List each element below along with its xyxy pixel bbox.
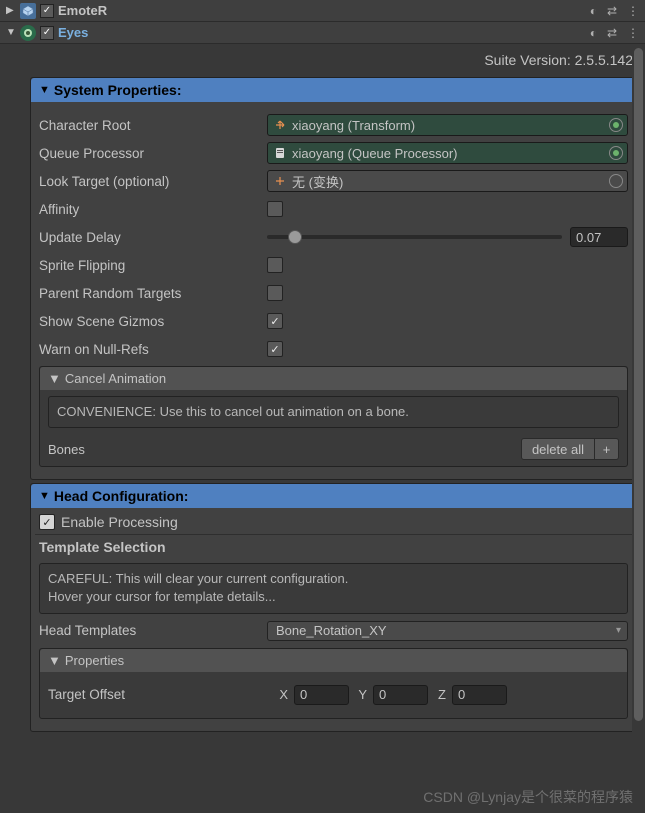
template-selection-title: Template Selection bbox=[35, 534, 632, 563]
enable-checkbox[interactable]: ✓ bbox=[40, 4, 54, 18]
section-header[interactable]: ▼ System Properties: bbox=[31, 78, 636, 102]
target-offset-label: Target Offset bbox=[48, 687, 268, 702]
show-scene-gizmos-label: Show Scene Gizmos bbox=[39, 314, 259, 329]
help-icon[interactable]: ◐ bbox=[590, 26, 597, 40]
chevron-down-icon: ▼ bbox=[39, 84, 50, 96]
help-icon[interactable]: ◐ bbox=[590, 4, 597, 18]
menu-icon[interactable]: ⋮ bbox=[627, 26, 639, 40]
update-delay-slider[interactable] bbox=[267, 235, 562, 239]
target-offset-x[interactable]: 0 bbox=[294, 685, 349, 705]
section-header[interactable]: ▼ Head Configuration: bbox=[31, 484, 636, 508]
character-root-field[interactable]: xiaoyang (Transform) bbox=[267, 114, 628, 136]
transform-icon bbox=[274, 119, 286, 131]
head-templates-label: Head Templates bbox=[39, 623, 259, 638]
suite-version-label: Suite Version: 2.5.5.142 bbox=[26, 44, 641, 74]
component-icon bbox=[20, 3, 36, 19]
sub-section-header[interactable]: ▼ Properties bbox=[40, 649, 627, 672]
bones-label: Bones bbox=[48, 442, 85, 457]
update-delay-input[interactable]: 0.07 bbox=[570, 227, 628, 247]
add-button[interactable]: + bbox=[595, 438, 619, 460]
parent-random-targets-label: Parent Random Targets bbox=[39, 286, 259, 301]
transform-icon bbox=[274, 175, 286, 187]
queue-processor-field[interactable]: xiaoyang (Queue Processor) bbox=[267, 142, 628, 164]
template-warning: CAREFUL: This will clear your current co… bbox=[39, 563, 628, 613]
head-templates-dropdown[interactable]: Bone_Rotation_XY bbox=[267, 621, 628, 641]
object-picker-icon[interactable] bbox=[609, 174, 623, 188]
affinity-checkbox[interactable] bbox=[267, 201, 283, 217]
show-scene-gizmos-checkbox[interactable]: ✓ bbox=[267, 313, 283, 329]
y-label: Y bbox=[355, 687, 367, 702]
preset-icon[interactable]: ⇄ bbox=[607, 26, 617, 40]
chevron-down-icon: ▼ bbox=[48, 653, 61, 668]
affinity-label: Affinity bbox=[39, 202, 259, 217]
z-label: Z bbox=[434, 687, 446, 702]
component-header-eyes[interactable]: ▼ ✓ Eyes ◐ ⇄ ⋮ bbox=[0, 22, 645, 44]
queue-processor-label: Queue Processor bbox=[39, 146, 259, 161]
parent-random-targets-checkbox[interactable] bbox=[267, 285, 283, 301]
component-header-emoter[interactable]: ▶ ✓ EmoteR ◐ ⇄ ⋮ bbox=[0, 0, 645, 22]
warn-null-refs-label: Warn on Null-Refs bbox=[39, 342, 259, 357]
chevron-down-icon: ▼ bbox=[48, 371, 61, 386]
scrollbar[interactable] bbox=[632, 48, 645, 813]
cancel-animation-hint: CONVENIENCE: Use this to cancel out anim… bbox=[48, 396, 619, 428]
target-offset-y[interactable]: 0 bbox=[373, 685, 428, 705]
update-delay-label: Update Delay bbox=[39, 230, 259, 245]
object-picker-icon[interactable] bbox=[609, 146, 623, 160]
warn-null-refs-checkbox[interactable]: ✓ bbox=[267, 341, 283, 357]
object-picker-icon[interactable] bbox=[609, 118, 623, 132]
head-configuration-section: ▼ Head Configuration: ✓ Enable Processin… bbox=[30, 483, 637, 731]
component-icon bbox=[20, 25, 36, 41]
enable-checkbox[interactable]: ✓ bbox=[40, 26, 54, 40]
x-label: X bbox=[276, 687, 288, 702]
look-target-label: Look Target (optional) bbox=[39, 174, 259, 189]
scrollbar-thumb[interactable] bbox=[634, 48, 643, 721]
slider-thumb[interactable] bbox=[288, 230, 302, 244]
sprite-flipping-checkbox[interactable] bbox=[267, 257, 283, 273]
look-target-field[interactable]: 无 (变换) bbox=[267, 170, 628, 192]
component-title: EmoteR bbox=[58, 3, 586, 18]
foldout-icon[interactable]: ▼ bbox=[6, 27, 16, 38]
menu-icon[interactable]: ⋮ bbox=[627, 4, 639, 18]
chevron-down-icon: ▼ bbox=[39, 490, 50, 502]
preset-icon[interactable]: ⇄ bbox=[607, 4, 617, 18]
cancel-animation-section: ▼ Cancel Animation CONVENIENCE: Use this… bbox=[39, 366, 628, 467]
sprite-flipping-label: Sprite Flipping bbox=[39, 258, 259, 273]
delete-all-button[interactable]: delete all bbox=[521, 438, 595, 460]
system-properties-section: ▼ System Properties: Character Root xiao… bbox=[30, 77, 637, 480]
foldout-icon[interactable]: ▶ bbox=[6, 5, 16, 16]
target-offset-z[interactable]: 0 bbox=[452, 685, 507, 705]
script-icon bbox=[274, 147, 286, 159]
sub-section-header[interactable]: ▼ Cancel Animation bbox=[40, 367, 627, 390]
component-title: Eyes bbox=[58, 25, 586, 40]
properties-section: ▼ Properties Target Offset X 0 Y 0 bbox=[39, 648, 628, 719]
enable-processing-checkbox[interactable]: ✓ bbox=[39, 514, 55, 530]
character-root-label: Character Root bbox=[39, 118, 259, 133]
enable-processing-label: Enable Processing bbox=[61, 514, 178, 530]
